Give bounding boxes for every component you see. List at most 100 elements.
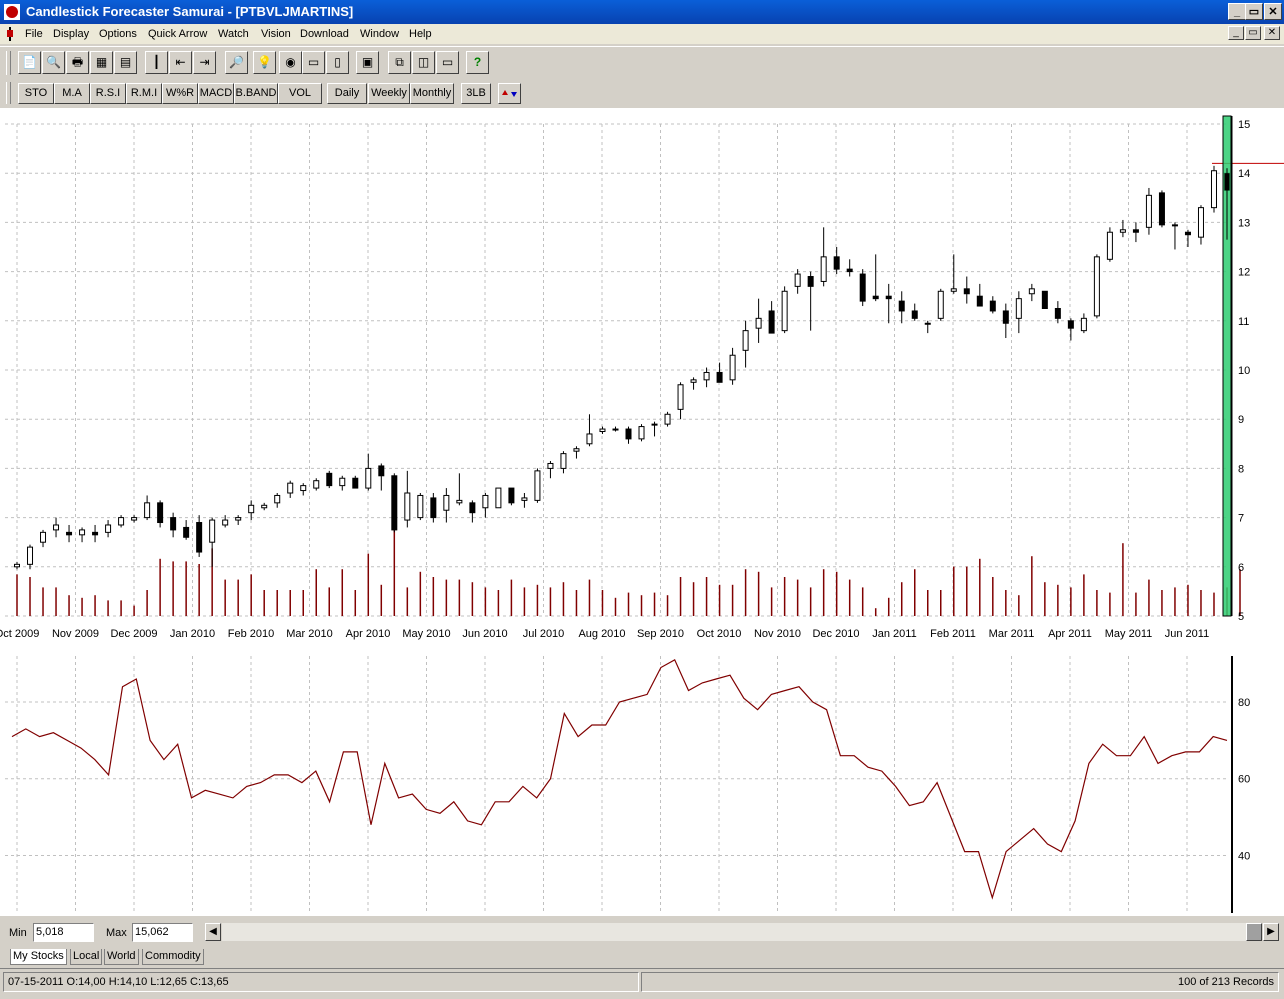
candle-body bbox=[339, 477, 346, 487]
candle-body bbox=[430, 497, 437, 519]
candle-body bbox=[1002, 310, 1009, 324]
scan-icon: ▦ bbox=[95, 55, 108, 69]
notepad-icon: ▯ bbox=[334, 55, 341, 69]
max-field[interactable]: 15,062 bbox=[132, 923, 193, 942]
candle-body bbox=[1184, 231, 1191, 236]
horizontal-scrollbar[interactable] bbox=[222, 923, 1246, 941]
min-field[interactable]: 5,018 bbox=[33, 923, 94, 942]
menu-quick-arrow[interactable]: Quick Arrow bbox=[148, 28, 207, 40]
tile-vertical-button[interactable]: ◫ bbox=[412, 51, 435, 74]
x-tick-label: Mar 2011 bbox=[989, 628, 1035, 640]
tab-my-stocks[interactable]: My Stocks bbox=[10, 949, 67, 965]
ma-button[interactable]: M.A bbox=[54, 83, 90, 104]
tile-horizontal-icon: ▭ bbox=[441, 55, 454, 69]
menu-window[interactable]: Window bbox=[360, 28, 399, 40]
x-tick-label: Feb 2011 bbox=[930, 628, 976, 640]
candle-body bbox=[612, 428, 619, 431]
williams-r-button[interactable]: W%R bbox=[162, 83, 198, 104]
menu-watch[interactable]: Watch bbox=[218, 28, 249, 40]
open-button[interactable]: 📄 bbox=[18, 51, 41, 74]
candle-body bbox=[1197, 207, 1204, 238]
mdi-close-button[interactable]: ✕ bbox=[1264, 26, 1280, 40]
menu-options[interactable]: Options bbox=[99, 28, 137, 40]
scan-button[interactable]: ▦ bbox=[90, 51, 113, 74]
bband-button[interactable]: B.BAND bbox=[234, 83, 278, 104]
minimize-button[interactable]: _ bbox=[1228, 3, 1246, 20]
cascade-button[interactable]: ⧉ bbox=[388, 51, 411, 74]
price-tick-label: 5 bbox=[1238, 611, 1244, 623]
arrows-button[interactable] bbox=[498, 83, 521, 104]
arrow-right-button[interactable]: ⇥ bbox=[193, 51, 216, 74]
menu-file[interactable]: File bbox=[25, 28, 43, 40]
candle-body bbox=[40, 531, 47, 543]
weekly-button[interactable]: Weekly bbox=[368, 83, 410, 104]
zoom-button[interactable]: 🔎 bbox=[225, 51, 248, 74]
sto-button[interactable]: STO bbox=[18, 83, 54, 104]
price-tick-label: 15 bbox=[1238, 119, 1250, 131]
candle-body bbox=[287, 482, 294, 494]
tab-local[interactable]: Local bbox=[70, 949, 103, 965]
candle-body bbox=[248, 504, 255, 514]
notepad-button[interactable]: ▯ bbox=[326, 51, 349, 74]
help-button[interactable]: ? bbox=[466, 51, 489, 74]
candle-button[interactable]: ┃ bbox=[145, 51, 168, 74]
portfolio-button[interactable]: ▣ bbox=[356, 51, 379, 74]
bulb-button[interactable]: 💡 bbox=[253, 51, 276, 74]
candle-body bbox=[781, 290, 788, 332]
menu-bar: File Display Options Quick Arrow Watch V… bbox=[0, 24, 1284, 44]
candle-body bbox=[859, 273, 866, 302]
chart-canvas[interactable]: 5 6 7 8 9 10 11 12 13 14 15 Oct 2009 Nov 2009 Dec 20… bbox=[0, 108, 1284, 916]
rmi-button[interactable]: R.M.I bbox=[126, 83, 162, 104]
close-button[interactable]: ✕ bbox=[1264, 3, 1282, 20]
tile-horizontal-button[interactable]: ▭ bbox=[436, 51, 459, 74]
print-preview-button[interactable]: 🔍 bbox=[42, 51, 65, 74]
monitor-button[interactable]: ▭ bbox=[302, 51, 325, 74]
scroll-left-button[interactable]: ◀ bbox=[205, 923, 221, 941]
menu-vision[interactable]: Vision bbox=[261, 28, 291, 40]
candle-body bbox=[807, 276, 814, 287]
candle-body bbox=[625, 428, 632, 440]
candle-body bbox=[53, 524, 60, 531]
main-toolbar: 📄 🔍 🖶 ▦ ▤ ┃ ⇤ ⇥ 🔎 💡 ◉ ▭ ▯ ▣ ⧉ ◫ ▭? bbox=[0, 46, 1284, 79]
status-quote: 07-15-2011 O:14,00 H:14,10 L:12,65 C:13,… bbox=[3, 972, 639, 992]
scroll-right-button[interactable]: ▶ bbox=[1263, 923, 1279, 941]
maximize-button[interactable]: ▭ bbox=[1245, 3, 1263, 20]
candle-body bbox=[92, 531, 99, 536]
candle-body bbox=[716, 371, 723, 383]
print-icon: 🖶 bbox=[71, 55, 84, 69]
x-tick-label: Jun 2010 bbox=[462, 628, 507, 640]
print-button[interactable]: 🖶 bbox=[66, 51, 89, 74]
daily-button[interactable]: Daily bbox=[327, 83, 367, 104]
candle-body bbox=[677, 384, 684, 410]
candle-body bbox=[924, 322, 931, 325]
candle-body bbox=[768, 310, 775, 334]
mdi-restore-button[interactable]: ▭ bbox=[1245, 26, 1261, 40]
candle-body bbox=[651, 423, 658, 426]
candle-body bbox=[482, 494, 489, 509]
x-tick-label: Sep 2010 bbox=[637, 628, 684, 640]
rsi-button[interactable]: R.S.I bbox=[90, 83, 126, 104]
macd-button[interactable]: MACD bbox=[198, 83, 234, 104]
tab-commodity[interactable]: Commodity bbox=[142, 949, 204, 965]
candle-body bbox=[1015, 298, 1022, 319]
x-tick-label: Apr 2011 bbox=[1048, 628, 1092, 640]
candle-body bbox=[144, 502, 151, 519]
x-tick-label: Dec 2010 bbox=[812, 628, 859, 640]
candle-body bbox=[27, 546, 34, 565]
vol-button[interactable]: VOL bbox=[278, 83, 322, 104]
arrow-left-button[interactable]: ⇤ bbox=[169, 51, 192, 74]
scroll-thumb[interactable] bbox=[1246, 923, 1262, 941]
menu-download[interactable]: Download bbox=[300, 28, 349, 40]
three-line-break-button[interactable]: 3LB bbox=[461, 83, 491, 104]
menu-help[interactable]: Help bbox=[409, 28, 432, 40]
candle-body bbox=[404, 492, 411, 521]
mdi-minimize-button[interactable]: _ bbox=[1228, 26, 1244, 40]
candle-body bbox=[1171, 224, 1178, 227]
x-tick-label: Nov 2009 bbox=[52, 628, 99, 640]
monthly-button[interactable]: Monthly bbox=[410, 83, 454, 104]
indicator-tick-label: 40 bbox=[1238, 850, 1250, 862]
menu-display[interactable]: Display bbox=[53, 28, 89, 40]
eye-button[interactable]: ◉ bbox=[279, 51, 302, 74]
table-button[interactable]: ▤ bbox=[114, 51, 137, 74]
tab-world[interactable]: World bbox=[104, 949, 139, 965]
